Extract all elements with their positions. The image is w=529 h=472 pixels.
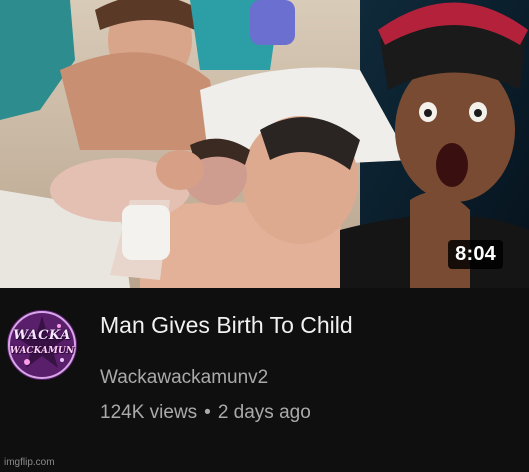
video-thumbnail[interactable]: 8:04 xyxy=(0,0,529,288)
channel-name[interactable]: Wackawackamunv2 xyxy=(100,365,268,391)
video-details: WACKA WACKAMUN Man Gives Birth To Child … xyxy=(0,288,529,472)
channel-avatar[interactable]: WACKA WACKAMUN xyxy=(7,310,77,380)
video-card[interactable]: 8:04 WACKA WACKAMUN Man Gives Birth To C… xyxy=(0,0,529,472)
avatar-text-top: WACKA xyxy=(13,328,71,343)
avatar-text-bottom: WACKAMUN xyxy=(9,346,75,356)
stats-separator: • xyxy=(204,402,211,423)
video-title[interactable]: Man Gives Birth To Child xyxy=(100,310,510,340)
upload-age: 2 days ago xyxy=(217,402,311,423)
avatar-star-icon xyxy=(7,310,77,380)
view-count: 124K views xyxy=(100,402,198,423)
duration-badge: 8:04 xyxy=(448,240,503,269)
imgflip-watermark: imgflip.com xyxy=(4,457,55,468)
video-stats: 124K views • 2 days ago xyxy=(100,400,311,426)
